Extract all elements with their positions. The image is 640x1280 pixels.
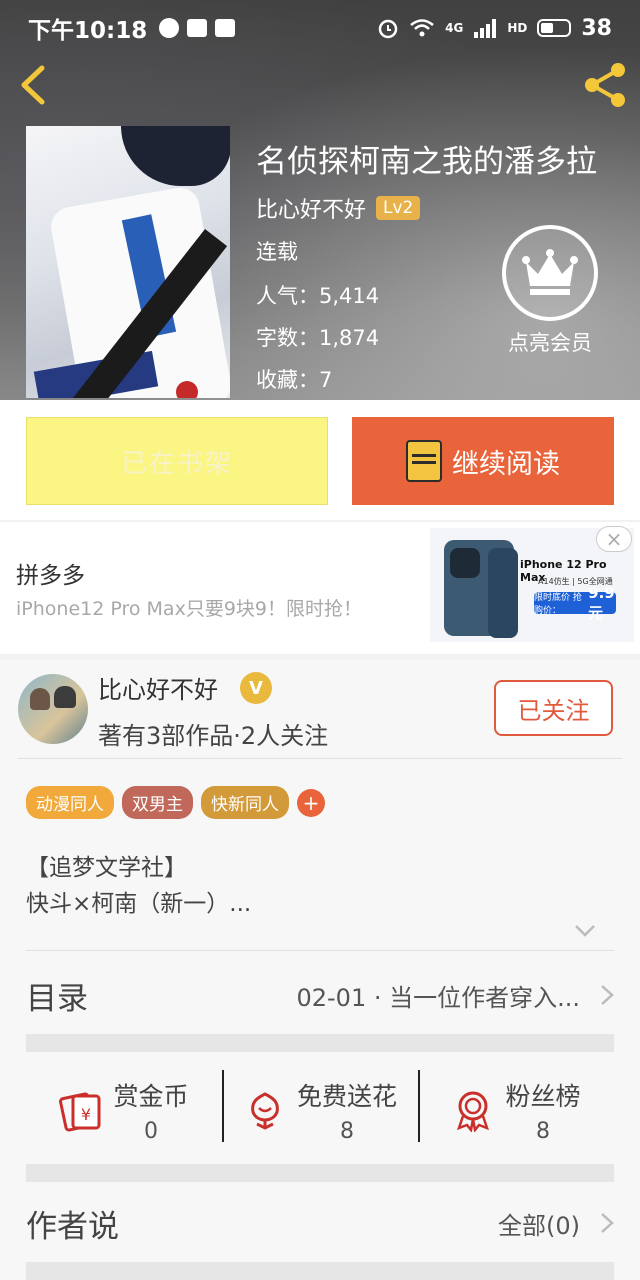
author-section: 比心好不好 V 著有3部作品·2人关注 已关注 动漫同人 双男主 快新同人 + … [0, 660, 640, 1280]
book-popularity: 人气：5,414 [256, 284, 380, 308]
free-flowers[interactable]: 免费送花 8 [222, 1060, 418, 1160]
stat-label: 免费送花 [296, 1081, 397, 1111]
image-icon [215, 19, 236, 37]
vip-button[interactable]: 点亮会员 [500, 225, 600, 357]
ad-title: 拼多多 [16, 563, 85, 589]
battery-level: 38 [581, 15, 612, 41]
ad-banner[interactable]: 拼多多 iPhone12 Pro Max只要9块9！限时抢！ iPhone 12… [0, 522, 640, 654]
book-word-count: 字数：1,874 [256, 326, 380, 350]
stat-label: 赏金币 [113, 1081, 189, 1111]
svg-text:¥: ¥ [81, 1105, 91, 1124]
stat-value: 0 [143, 1118, 158, 1144]
continue-reading-label: 继续阅读 [452, 448, 560, 480]
follow-button[interactable]: 已关注 [494, 680, 613, 736]
book-status: 连载 [256, 240, 298, 264]
chevron-down-icon[interactable] [574, 924, 596, 938]
network-type: 4G [445, 21, 464, 35]
divider [18, 758, 622, 759]
add-tag-button[interactable]: + [297, 788, 325, 817]
chevron-right-icon [601, 1213, 614, 1233]
section-separator [26, 1164, 614, 1182]
crown-icon [522, 249, 578, 295]
book-favorites: 收藏：7 [256, 368, 333, 392]
book-intro[interactable]: 【追梦文学社】 快斗×柯南（新一）... [26, 850, 251, 922]
author-stats: 著有3部作品·2人关注 [98, 722, 329, 750]
divider [26, 950, 614, 951]
stat-label: 粉丝榜 [505, 1081, 581, 1111]
wifi-icon [410, 19, 434, 37]
tag-item[interactable]: 快新同人 [201, 786, 289, 819]
medal-icon [457, 1091, 490, 1132]
vip-label: 点亮会员 [508, 331, 592, 355]
book-cover[interactable] [26, 126, 230, 398]
stat-value: 8 [339, 1118, 354, 1144]
back-chevron-icon[interactable] [14, 62, 54, 108]
action-bar: 已在书架 继续阅读 [0, 400, 640, 520]
author-says-all: 全部(0) [498, 1211, 580, 1240]
verified-icon: V [240, 672, 272, 704]
toc-label: 目录 [26, 980, 88, 1017]
author-says-row[interactable]: 作者说 全部(0) [26, 1188, 614, 1258]
book-header: 下午10:18 4G HD 38 名侦探柯南之我的潘多拉 比心好不好 Lv2 连… [0, 0, 640, 400]
red-envelope-icon: ¥ [59, 1092, 101, 1132]
flower-icon [251, 1092, 279, 1130]
hd-label: HD [507, 21, 528, 35]
tag-item[interactable]: 动漫同人 [26, 786, 114, 819]
chat-icon [159, 18, 180, 38]
ad-close-icon[interactable]: × [596, 526, 632, 552]
book-author-row: 比心好不好 Lv2 [256, 192, 421, 224]
book-title: 名侦探柯南之我的潘多拉 [256, 144, 597, 180]
intro-line: 【追梦文学社】 [26, 855, 187, 881]
tag-item[interactable]: 双男主 [122, 786, 193, 819]
battery-icon [537, 19, 572, 37]
status-bar: 下午10:18 4G HD 38 [0, 0, 640, 56]
book-icon [406, 440, 442, 482]
in-bookshelf-button[interactable]: 已在书架 [26, 417, 328, 505]
ad-price-value: 9.9元 [588, 583, 615, 622]
ad-description: iPhone12 Pro Max只要9块9！限时抢！ [16, 598, 362, 620]
stat-value: 8 [535, 1118, 550, 1144]
signal-icon [474, 19, 497, 38]
ad-image-price: 限时底价 抢购价： 9.9元 [534, 584, 616, 622]
section-separator [26, 1262, 614, 1280]
notification-icon [187, 19, 208, 37]
continue-reading-button[interactable]: 继续阅读 [352, 417, 614, 505]
latest-chapter: 02-01 · 当一位作者穿入... [296, 983, 580, 1012]
intro-line: 快斗×柯南（新一）... [26, 891, 252, 917]
interaction-stats: ¥ 赏金币 0 免费送花 8 粉丝榜 8 [26, 1060, 614, 1160]
tag-list: 动漫同人 双男主 快新同人 + [26, 786, 325, 819]
fan-ranking[interactable]: 粉丝榜 8 [418, 1060, 614, 1160]
author-name[interactable]: 比心好不好 [98, 670, 218, 705]
avatar[interactable] [18, 674, 88, 744]
reward-coins[interactable]: ¥ 赏金币 0 [26, 1060, 222, 1160]
table-of-contents-row[interactable]: 目录 02-01 · 当一位作者穿入... [26, 960, 614, 1030]
chevron-right-icon [601, 985, 614, 1005]
book-author[interactable]: 比心好不好 [256, 192, 366, 224]
ad-price-label: 限时底价 抢购价： [534, 593, 582, 616]
section-separator [26, 1034, 614, 1052]
level-badge: Lv2 [376, 196, 421, 220]
status-time: 下午10:18 [28, 18, 148, 44]
alarm-icon [378, 19, 398, 39]
author-says-label: 作者说 [26, 1208, 119, 1245]
share-icon[interactable] [580, 60, 630, 110]
